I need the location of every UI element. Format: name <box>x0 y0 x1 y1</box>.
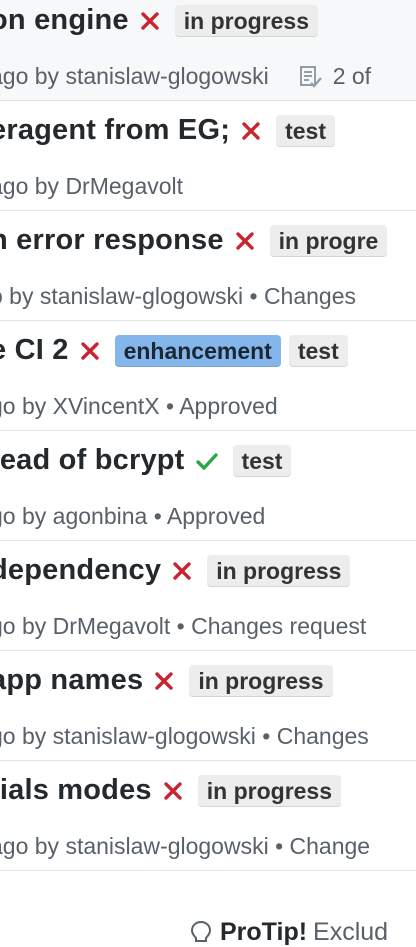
pr-row[interactable]: dependency in progress go by DrMegavolt … <box>0 542 416 651</box>
task-progress[interactable]: 2 of <box>299 63 371 90</box>
label-in-progress[interactable]: in progress <box>197 774 342 807</box>
pr-row[interactable]: e CI 2 enhancement test go by XVincentX … <box>0 322 416 431</box>
pr-row[interactable]: tials modes in progress ago by stanislaw… <box>0 762 416 871</box>
pr-title-link[interactable]: n error response <box>0 224 224 257</box>
pr-row[interactable]: n error response in progre o by stanisla… <box>0 212 416 321</box>
label-enhancement[interactable]: enhancement <box>114 334 281 367</box>
label-in-progress[interactable]: in progre <box>269 224 388 257</box>
pr-meta: ago by DrMegavolt <box>0 173 184 199</box>
task-count: 2 of <box>332 63 372 89</box>
pr-meta: o by stanislaw-glogowski • Changes <box>0 283 357 309</box>
pr-meta: go by agonbina • Approved <box>0 503 266 529</box>
protip-label: ProTip! <box>220 918 308 946</box>
pr-title-link[interactable]: on engine <box>0 4 129 37</box>
failure-x-icon[interactable] <box>153 670 175 692</box>
pr-title-link[interactable]: app names <box>0 664 143 697</box>
success-check-icon[interactable] <box>195 450 219 472</box>
pr-title-link[interactable]: e CI 2 <box>0 334 69 367</box>
label-in-progress[interactable]: in progress <box>174 4 319 37</box>
failure-x-icon[interactable] <box>79 340 101 362</box>
label-test[interactable]: test <box>232 444 292 477</box>
pr-meta: ago by stanislaw-glogowski • Change <box>0 833 371 859</box>
pr-row[interactable]: tead of bcrypt test go by agonbina • App… <box>0 432 416 541</box>
pr-title-link[interactable]: tead of bcrypt <box>0 444 185 477</box>
protip-text: Exclud <box>313 918 389 946</box>
pr-row[interactable]: app names in progress go by stanislaw-gl… <box>0 652 416 761</box>
pr-row[interactable]: on engine in progress ago by stanislaw-g… <box>0 0 416 101</box>
failure-x-icon[interactable] <box>139 10 161 32</box>
failure-x-icon[interactable] <box>240 120 262 142</box>
failure-x-icon[interactable] <box>171 560 193 582</box>
pr-meta: go by stanislaw-glogowski • Changes <box>0 723 369 749</box>
pr-title-link[interactable]: eragent from EG; <box>0 114 230 147</box>
pr-title-link[interactable]: tials modes <box>0 774 152 807</box>
label-in-progress[interactable]: in progress <box>207 554 351 587</box>
checklist-icon <box>299 65 322 88</box>
label-in-progress[interactable]: in progress <box>189 664 333 697</box>
failure-x-icon[interactable] <box>162 780 184 802</box>
pr-meta: go by XVincentX • Approved <box>0 393 278 419</box>
pr-meta: ago by stanislaw-glogowski <box>0 63 269 89</box>
protip: ProTip! Exclud <box>190 918 388 947</box>
pr-title-link[interactable]: dependency <box>0 554 161 587</box>
label-test[interactable]: test <box>276 114 335 147</box>
failure-x-icon[interactable] <box>234 230 256 252</box>
label-test[interactable]: test <box>288 334 348 367</box>
pr-meta: go by DrMegavolt • Changes request <box>0 613 367 639</box>
pr-row[interactable]: eragent from EG; test ago by DrMegavolt <box>0 102 416 211</box>
